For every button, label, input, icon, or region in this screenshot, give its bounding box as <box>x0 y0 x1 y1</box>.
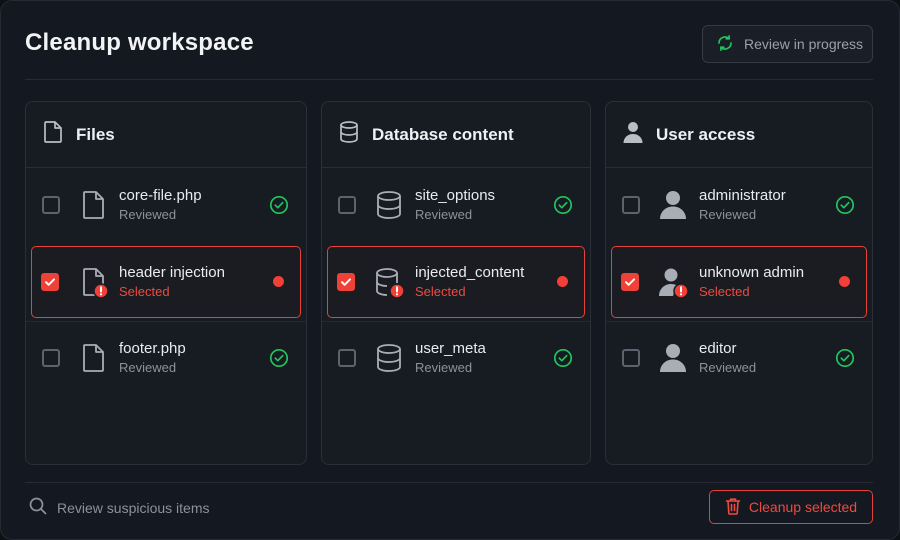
list-item[interactable]: user_meta Reviewed <box>322 321 590 393</box>
user-icon <box>622 120 644 149</box>
item-status: Selected <box>119 284 170 299</box>
item-checkbox[interactable] <box>338 196 356 214</box>
check-circle-icon <box>269 348 289 368</box>
item-checkbox[interactable] <box>42 348 60 367</box>
item-checkbox[interactable] <box>622 348 640 367</box>
item-name: site_options <box>415 187 496 204</box>
item-name: administrator <box>699 187 786 204</box>
alert-dot-icon <box>839 276 850 287</box>
item-name: user_meta <box>415 339 486 357</box>
alert-dot-icon <box>273 276 284 287</box>
list-item[interactable]: footer.php Reviewed <box>26 321 306 393</box>
cleanup-selected-button[interactable]: Cleanup selected <box>709 490 873 524</box>
item-name: editor <box>699 339 737 357</box>
item-checkbox-checked[interactable] <box>41 273 59 291</box>
database-warning-icon <box>372 265 406 299</box>
item-status: Selected <box>415 284 466 299</box>
item-name: injected_content <box>415 264 525 281</box>
item-status: Reviewed <box>415 359 473 375</box>
search-placeholder: Review suspicious items <box>57 499 210 516</box>
user-access-panel-header: User access <box>606 102 872 168</box>
user-access-panel-title: User access <box>656 124 756 144</box>
item-checkbox[interactable] <box>338 348 356 367</box>
search-input[interactable]: Review suspicious items <box>29 497 210 518</box>
item-name: header injection <box>119 264 225 281</box>
database-panel-title: Database content <box>372 124 514 144</box>
check-circle-icon <box>269 195 289 215</box>
trash-icon <box>725 497 741 518</box>
check-circle-icon <box>835 195 855 215</box>
database-icon <box>372 341 406 375</box>
item-status: Reviewed <box>119 359 177 375</box>
cleanup-selected-label: Cleanup selected <box>748 499 858 515</box>
file-icon <box>76 341 110 375</box>
list-item[interactable]: editor Reviewed <box>606 321 872 393</box>
files-panel: Files core-file.php Reviewed header inje… <box>25 101 307 465</box>
item-checkbox-checked[interactable] <box>621 273 639 291</box>
user-access-panel: User access administrator Reviewed unkno… <box>605 101 873 465</box>
database-icon <box>338 120 360 149</box>
check-circle-icon <box>835 348 855 368</box>
item-name: core-file.php <box>119 187 202 204</box>
files-panel-header: Files <box>26 102 306 168</box>
user-icon <box>656 341 690 375</box>
item-status: Reviewed <box>699 359 757 375</box>
item-name: footer.php <box>119 339 186 357</box>
check-circle-icon <box>553 348 573 368</box>
database-panel-header: Database content <box>322 102 590 168</box>
search-icon <box>29 497 47 518</box>
refresh-icon <box>716 34 734 55</box>
item-checkbox[interactable] <box>622 196 640 214</box>
file-warning-icon <box>76 265 110 299</box>
file-icon <box>76 188 110 222</box>
header-divider <box>25 79 873 80</box>
item-name: unknown admin <box>699 264 805 281</box>
item-checkbox[interactable] <box>42 196 60 214</box>
file-icon <box>42 120 64 149</box>
cleanup-workspace-window: Cleanup workspace Review in progress Fil… <box>0 0 900 540</box>
item-status: Reviewed <box>699 207 757 222</box>
check-circle-icon <box>553 195 573 215</box>
review-status-label: Review in progress <box>744 36 864 52</box>
item-status: Reviewed <box>119 207 177 222</box>
files-panel-title: Files <box>76 124 115 144</box>
page-title: Cleanup workspace <box>25 29 254 56</box>
user-warning-icon <box>656 265 690 299</box>
review-status-button[interactable]: Review in progress <box>702 25 873 63</box>
list-item[interactable]: core-file.php Reviewed <box>26 169 306 241</box>
list-item-selected[interactable]: unknown admin Selected <box>611 246 867 318</box>
user-icon <box>656 188 690 222</box>
database-panel: Database content site_options Reviewed i… <box>321 101 591 465</box>
item-checkbox-checked[interactable] <box>337 273 355 291</box>
database-icon <box>372 188 406 222</box>
list-item-selected[interactable]: header injection Selected <box>31 246 301 318</box>
item-status: Reviewed <box>415 207 473 222</box>
list-item-selected[interactable]: injected_content Selected <box>327 246 585 318</box>
alert-dot-icon <box>557 276 568 287</box>
item-status: Selected <box>699 284 750 299</box>
footer-divider <box>25 482 873 483</box>
list-item[interactable]: administrator Reviewed <box>606 169 872 241</box>
list-item[interactable]: site_options Reviewed <box>322 169 590 241</box>
